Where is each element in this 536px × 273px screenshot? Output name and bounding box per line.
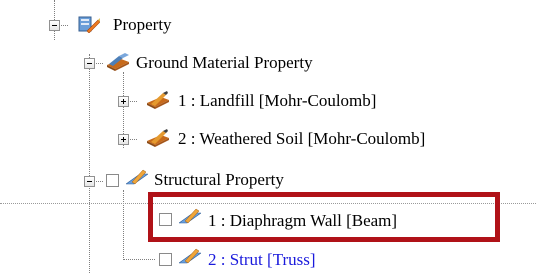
tree-root-label[interactable]: Property [113, 15, 172, 35]
tree-line-level1 [89, 54, 90, 182]
tree-line-structural-children [123, 190, 124, 260]
weathered-soil-expand-toggle[interactable] [118, 134, 129, 145]
highlight-box [148, 192, 500, 242]
structural-collapse-toggle[interactable] [84, 176, 95, 187]
structural-icon [179, 248, 201, 264]
ground-item-2-label[interactable]: 2 : Weathered Soil [Mohr-Coulomb] [178, 129, 425, 149]
structural-label[interactable]: Structural Property [154, 170, 284, 190]
ground-material-label[interactable]: Ground Material Property [136, 53, 313, 73]
structural-icon [126, 169, 148, 185]
structural-item-2-label[interactable]: 2 : Strut [Truss] [208, 250, 316, 270]
ground-material-collapse-toggle[interactable] [84, 58, 95, 69]
material-icon [107, 53, 129, 71]
tree-line-level1-ext [89, 182, 90, 273]
tree-line-h-strut [123, 259, 155, 260]
material-icon [147, 129, 169, 147]
tree-root-collapse-toggle[interactable] [49, 20, 60, 31]
ground-item-1-label[interactable]: 1 : Landfill [Mohr-Coulomb] [178, 91, 376, 111]
material-icon [147, 91, 169, 109]
property-icon [78, 16, 100, 33]
strut-checkbox[interactable] [159, 253, 172, 266]
structural-checkbox[interactable] [106, 174, 119, 187]
landfill-expand-toggle[interactable] [118, 96, 129, 107]
